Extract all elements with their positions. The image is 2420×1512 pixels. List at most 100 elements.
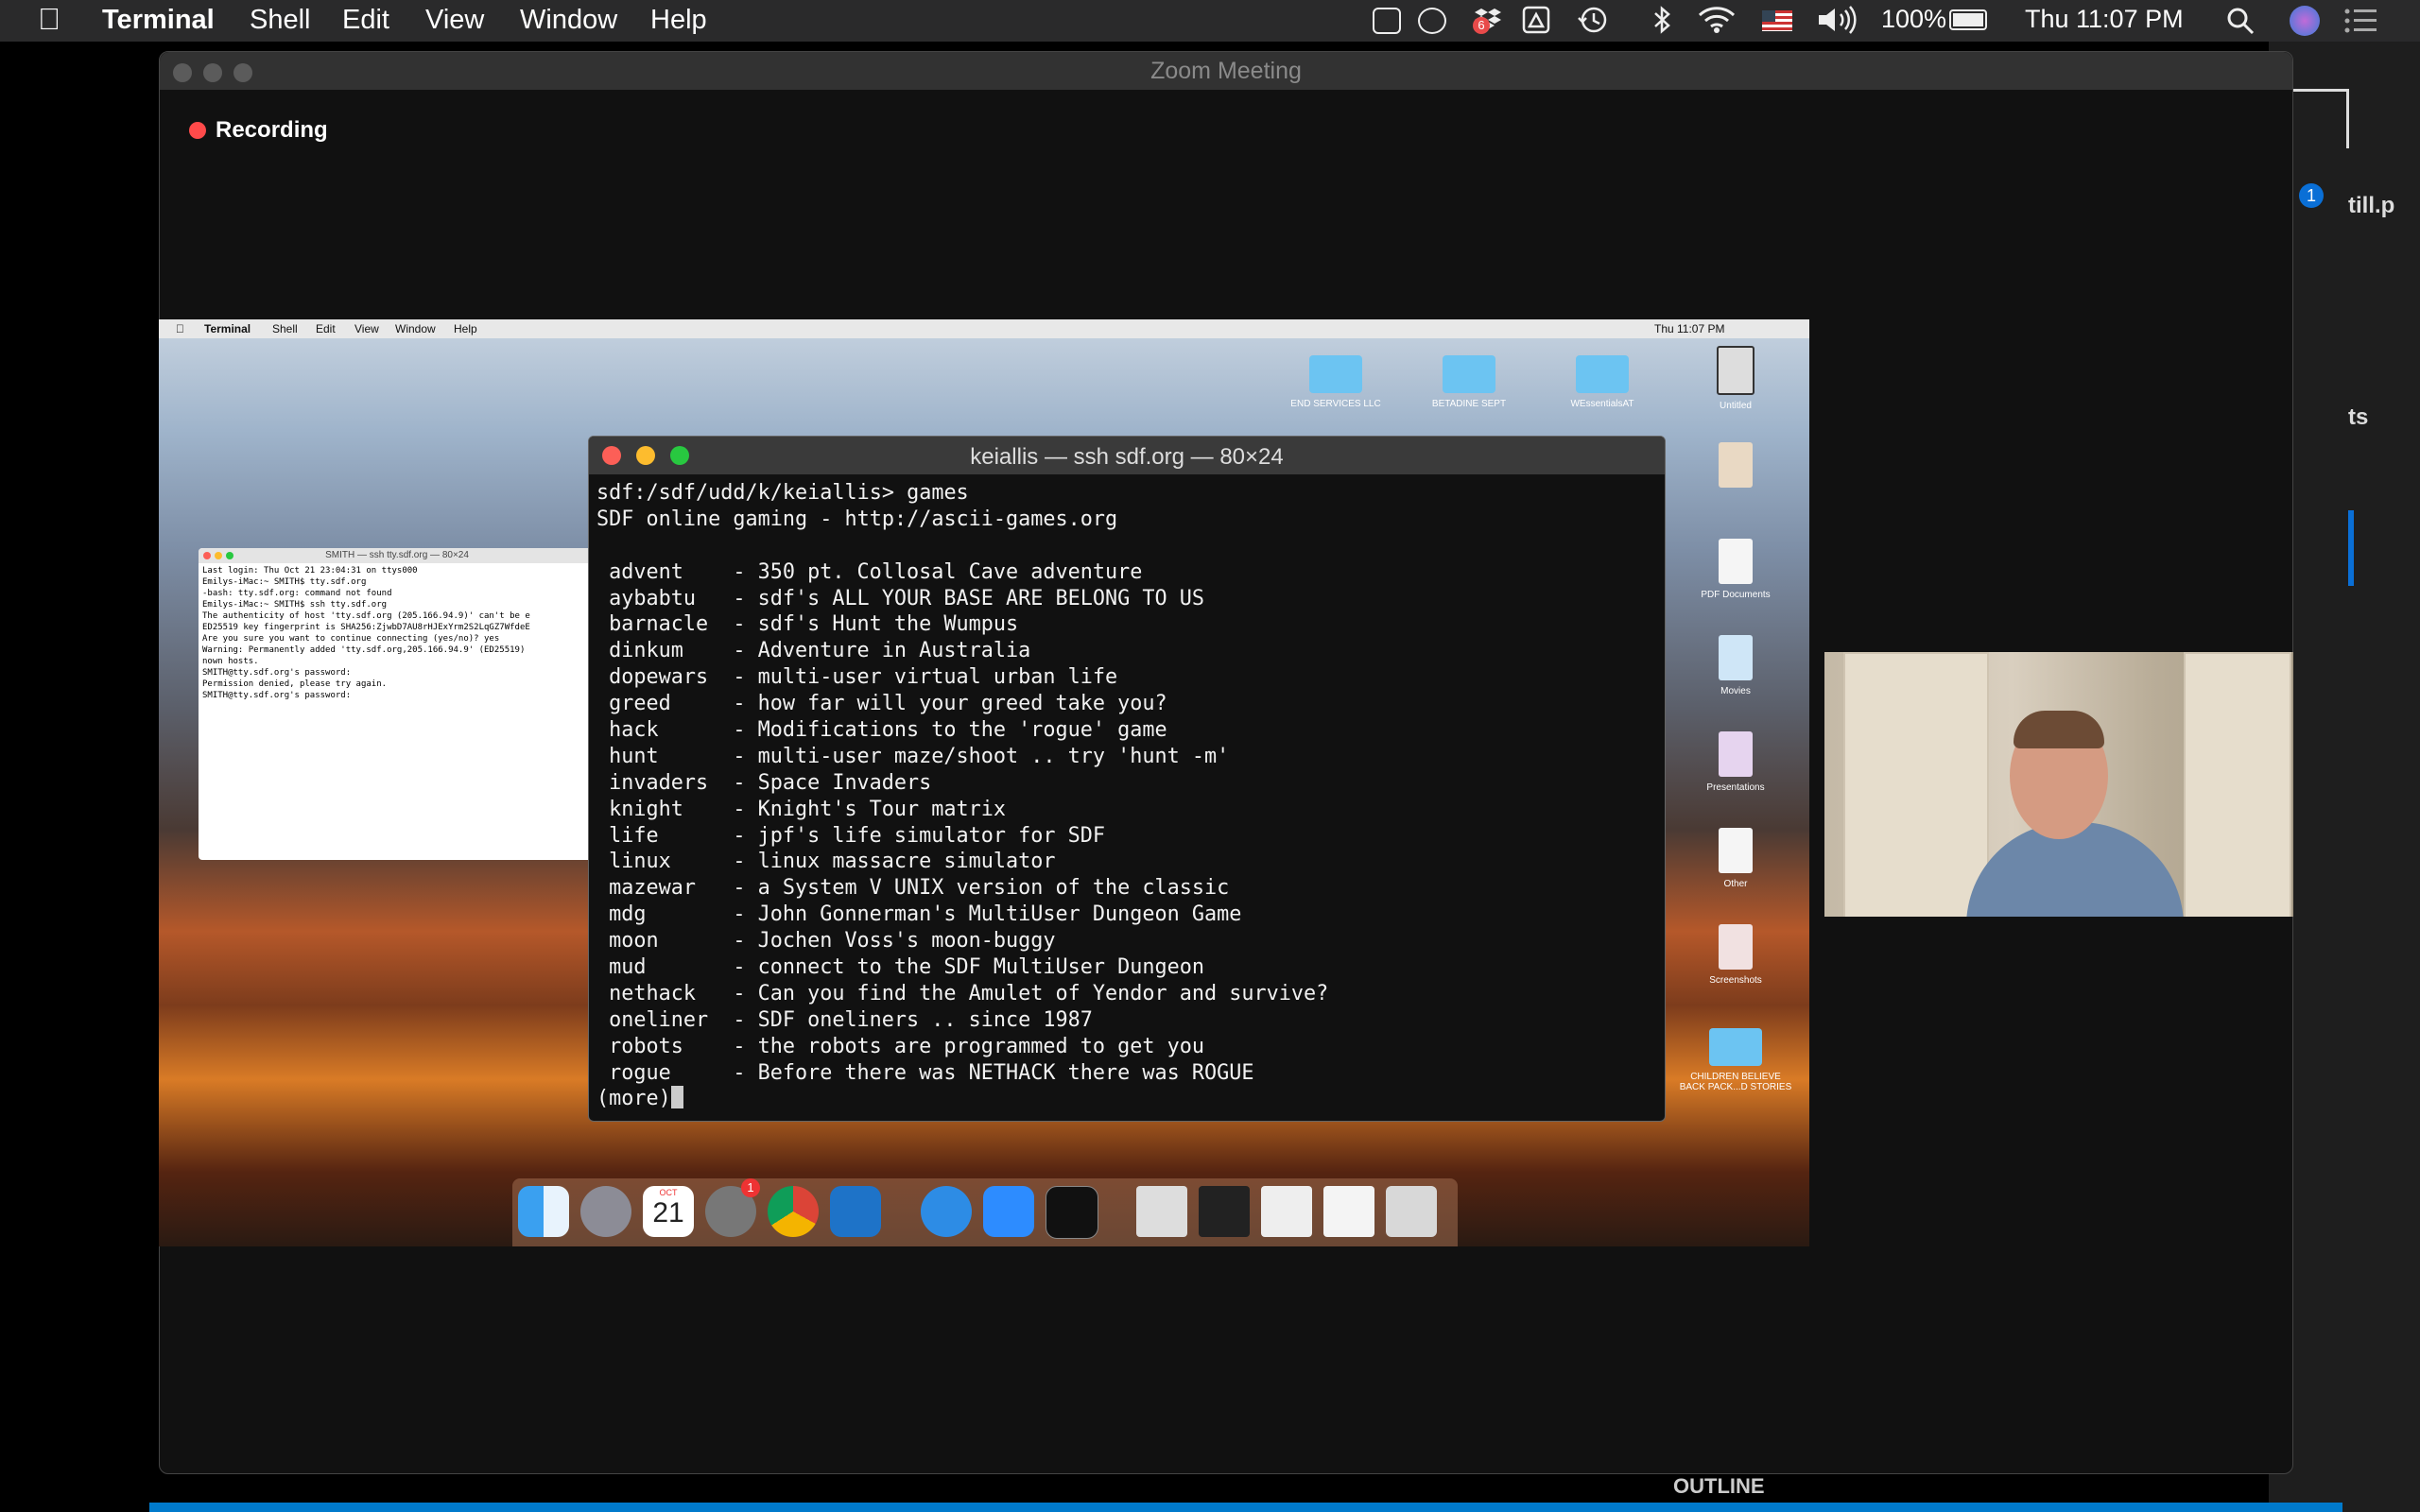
launchpad-icon[interactable] — [580, 1186, 631, 1237]
menu-view[interactable]: View — [425, 5, 484, 36]
desktop-file[interactable]: Untitled — [1679, 346, 1792, 411]
zoom-title-bar[interactable]: Zoom Meeting — [160, 52, 2292, 90]
background-accent — [2348, 510, 2354, 586]
game-description: Adventure in Australia — [757, 639, 1031, 663]
time-machine-icon[interactable] — [1577, 5, 1609, 40]
desktop-file[interactable]: Presentations — [1679, 731, 1792, 793]
safari-icon[interactable] — [921, 1186, 972, 1237]
maximize-button[interactable] — [226, 552, 233, 559]
desktop-file[interactable]: Screenshots — [1679, 924, 1792, 986]
menu-help[interactable]: Help — [650, 5, 707, 36]
game-row: greed - how far will your greed take you… — [596, 691, 1657, 717]
game-name: aybabtu — [609, 586, 696, 610]
apple-icon[interactable]:  — [38, 2, 60, 37]
game-name: dopewars — [609, 665, 709, 690]
wifi-icon[interactable] — [1698, 6, 1736, 39]
game-row: oneliner - SDF oneliners .. since 1987 — [596, 1007, 1657, 1034]
menu-window[interactable]: Window — [520, 5, 617, 36]
outline-label[interactable]: OUTLINE — [1673, 1474, 1765, 1499]
calendar-month: OCT — [659, 1188, 678, 1197]
notification-center-icon[interactable] — [2344, 8, 2378, 39]
game-separator: - — [720, 955, 758, 980]
screenshots-icon — [1719, 924, 1753, 970]
recording-indicator[interactable]: Recording — [189, 117, 328, 144]
battery-percent[interactable]: 100% — [1881, 5, 1946, 34]
terminal-banner: SDF online gaming - http://ascii-games.o… — [596, 507, 1118, 531]
menu-app-name[interactable]: Terminal — [102, 5, 215, 36]
game-name: mazewar — [609, 876, 696, 901]
desktop-folder[interactable]: BETADINE SEPT — [1412, 355, 1526, 409]
webcam-person — [1966, 822, 2184, 917]
sd-card-icon — [1717, 346, 1754, 395]
zip-file-icon — [1719, 828, 1753, 873]
game-separator: - — [720, 559, 758, 584]
zoom-icon[interactable] — [983, 1186, 1034, 1237]
desktop-item-label: Presentations — [1706, 782, 1765, 793]
terminal-line: Warning: Permanently added 'tty.sdf.org,… — [202, 645, 526, 655]
desktop-file[interactable]: Movies — [1679, 635, 1792, 696]
finder-icon[interactable] — [518, 1186, 569, 1237]
desktop-item-label: CHILDREN BELIEVE BACK PACK...D STORIES — [1679, 1072, 1792, 1092]
game-separator: - — [720, 770, 758, 795]
desktop-file[interactable] — [1679, 442, 1792, 493]
siri-icon[interactable] — [2290, 6, 2320, 36]
calendar-icon[interactable]: OCT 21 — [643, 1186, 694, 1237]
battery-icon[interactable] — [1949, 9, 1987, 30]
game-description: Knight's Tour matrix — [757, 797, 1007, 821]
desktop-item-label: END SERVICES LLC — [1290, 399, 1381, 409]
desktop-folder[interactable]: END SERVICES LLC — [1279, 355, 1392, 409]
dock-window-thumbnail[interactable] — [1323, 1186, 1374, 1237]
game-name: hack — [609, 718, 659, 743]
dock-window-thumbnail[interactable] — [1199, 1186, 1250, 1237]
game-name: nethack — [609, 981, 696, 1005]
drive-icon[interactable] — [1522, 6, 1550, 39]
game-name: invaders — [609, 770, 709, 795]
vscode-icon[interactable] — [830, 1186, 881, 1237]
game-description: multi-user maze/shoot .. try 'hunt -m' — [757, 744, 1230, 768]
terminal-output[interactable]: sdf:/sdf/udd/k/keiallis> games SDF online… — [589, 474, 1665, 1118]
game-separator: - — [720, 692, 758, 716]
terminal-app-icon[interactable] — [1046, 1186, 1098, 1239]
game-name: greed — [609, 692, 671, 716]
background-terminal-output[interactable]: Last login: Thu Oct 21 23:04:31 on ttys0… — [202, 565, 592, 701]
dock-window-thumbnail[interactable] — [1261, 1186, 1312, 1237]
game-name: life — [609, 823, 659, 848]
terminal-window[interactable]: keiallis — ssh sdf.org — 80×24 sdf:/sdf/… — [588, 436, 1666, 1122]
us-flag-icon[interactable] — [1762, 10, 1792, 31]
game-separator: - — [720, 1034, 758, 1058]
desktop-item-label: WEssentialsAT — [1570, 399, 1634, 409]
terminal-title-bar[interactable]: keiallis — ssh sdf.org — 80×24 — [589, 437, 1665, 474]
game-name: linux — [609, 850, 671, 874]
zoom-status-icon[interactable] — [1373, 8, 1401, 34]
desktop-file[interactable]: Other — [1679, 828, 1792, 889]
desktop-file[interactable]: PDF Documents — [1679, 539, 1792, 600]
game-description: Modifications to the 'rogue' game — [757, 718, 1167, 743]
menu-edit[interactable]: Edit — [342, 5, 389, 36]
game-name: rogue — [609, 1060, 671, 1085]
minimize-button[interactable] — [215, 552, 222, 559]
game-row: aybabtu - sdf's ALL YOUR BASE ARE BELONG… — [596, 586, 1657, 612]
desktop-folder[interactable]: CHILDREN BELIEVE BACK PACK...D STORIES — [1679, 1028, 1792, 1092]
dock-window-thumbnail[interactable] — [1136, 1186, 1187, 1237]
spotlight-icon[interactable] — [2225, 6, 2256, 41]
background-terminal-title-bar[interactable]: SMITH — ssh tty.sdf.org — 80×24 — [199, 548, 596, 563]
menubar-clock[interactable]: Thu 11:07 PM — [2025, 5, 2184, 34]
game-separator: - — [720, 612, 758, 637]
chrome-icon[interactable] — [768, 1186, 819, 1237]
desktop-item-label: BETADINE SEPT — [1431, 399, 1507, 409]
trash-icon[interactable] — [1386, 1186, 1437, 1237]
bluetooth-icon[interactable] — [1652, 5, 1671, 40]
background-terminal-window[interactable]: SMITH — ssh tty.sdf.org — 80×24 Last log… — [199, 548, 596, 860]
terminal-line: Permission denied, please try again. — [202, 679, 388, 689]
close-button[interactable] — [203, 552, 211, 559]
background-text-fragment-1: till.p — [2348, 193, 2395, 218]
zoom-window-title: Zoom Meeting — [1150, 58, 1302, 84]
cloud-icon[interactable] — [1418, 8, 1446, 34]
game-name: mdg — [609, 902, 647, 927]
volume-icon[interactable] — [1817, 6, 1858, 39]
game-description: Jochen Voss's moon-buggy — [757, 929, 1056, 954]
menu-shell[interactable]: Shell — [250, 5, 311, 36]
desktop-folder[interactable]: WEssentialsAT — [1546, 355, 1659, 409]
terminal-line: nown hosts. — [202, 657, 259, 666]
game-name: robots — [609, 1034, 683, 1058]
